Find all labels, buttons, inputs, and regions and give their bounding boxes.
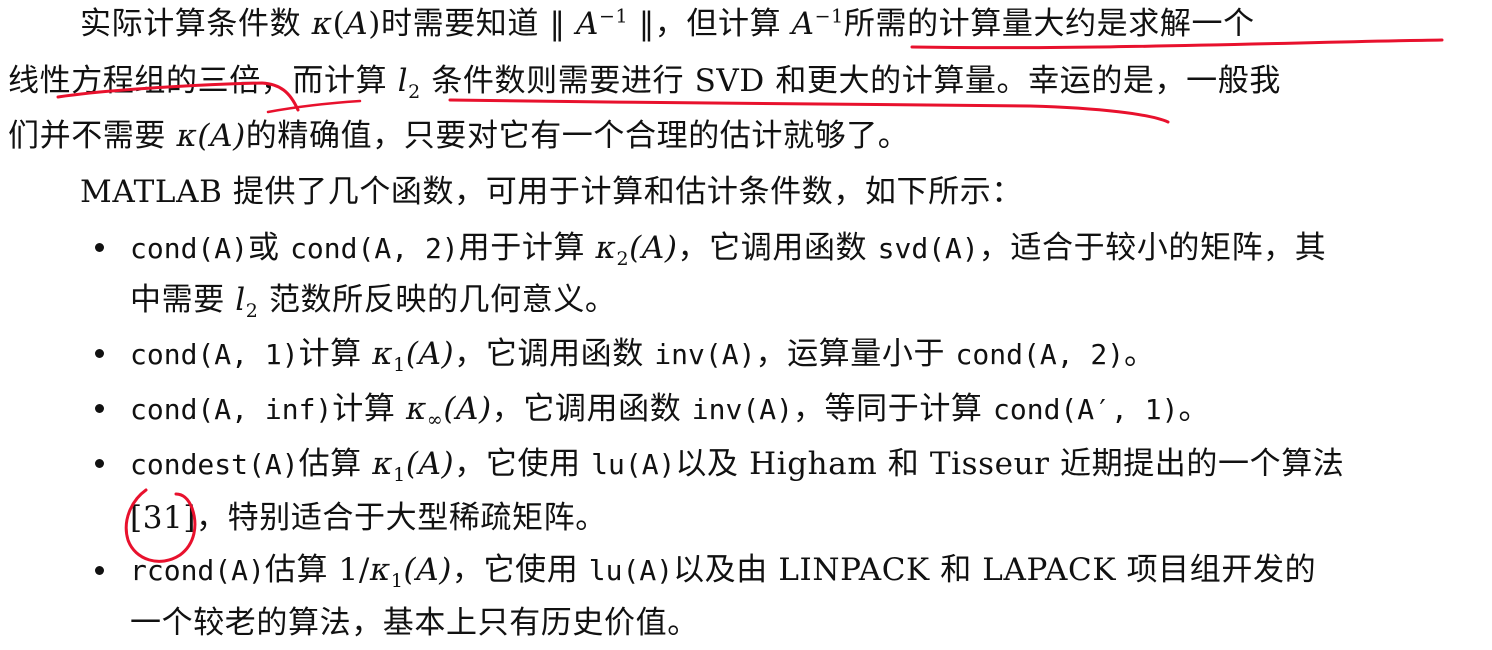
code: cond(A, 2) — [290, 232, 459, 265]
code: cond(A, inf) — [130, 393, 333, 426]
text: 范数所反映的几何意义。 — [258, 282, 617, 318]
text: 时需要知道 ‖ — [381, 6, 577, 42]
subscript: ∞ — [426, 409, 444, 432]
code: condest(A) — [130, 448, 299, 481]
code: inv(A) — [691, 393, 793, 426]
subscript: 1 — [393, 354, 406, 377]
inverse-exponent: −1 — [814, 5, 844, 28]
text: 计算 — [332, 391, 406, 427]
argument: (A) — [197, 118, 246, 154]
l-symbol: l — [397, 63, 409, 99]
text: ，它使用 — [451, 552, 589, 588]
subscript: 2 — [616, 248, 630, 271]
argument: (A) — [443, 391, 492, 427]
text: 一个较老的算法，基本上只有历史价值。 — [130, 605, 699, 641]
code: cond(A) — [130, 232, 249, 265]
matrix-symbol: A — [791, 6, 815, 42]
bullet-2: cond(A, 1)计算 κ1(A)，它调用函数 inv(A)，运算量小于 co… — [130, 334, 1156, 375]
text: 用于计算 — [458, 230, 596, 266]
matrix-symbol: A — [576, 6, 600, 42]
text: 所需的计算量大约是求解一个 — [843, 6, 1255, 42]
text: 以及 Higham 和 Tisseur 近期提出的一个算法 — [675, 446, 1345, 482]
text: ‖，但计算 — [628, 6, 792, 42]
argument: (A) — [405, 446, 455, 482]
para1-line1: 实际计算条件数 κ(A)时需要知道 ‖ A−1 ‖，但计算 A−1所需的计算量大… — [80, 4, 1255, 44]
bullet-3: cond(A, inf)计算 κ∞(A)，它调用函数 inv(A)，等同于计算 … — [130, 389, 1210, 430]
text: 计算 — [298, 336, 373, 372]
kappa-symbol: κ — [595, 230, 617, 266]
text: ，它调用函数 — [491, 391, 692, 427]
kappa-symbol: κ — [372, 446, 394, 482]
bullet-1-line1: cond(A)或 cond(A, 2)用于计算 κ2(A)，它调用函数 svd(… — [130, 228, 1326, 269]
bullet-dot — [95, 566, 104, 575]
kappa-symbol: κ — [311, 6, 333, 42]
code: rcond(A) — [130, 554, 265, 587]
matrix-symbol: A — [345, 6, 369, 42]
kappa-symbol: κ — [369, 552, 391, 588]
code: cond(A, 1) — [130, 338, 299, 371]
kappa-symbol: κ — [405, 391, 427, 427]
code: svd(A) — [877, 232, 979, 265]
text: 中需要 — [130, 282, 236, 318]
text: ，适合于较小的矩阵，其 — [978, 230, 1327, 266]
para1-line2: 线性方程组的三倍，而计算 l2 条件数则需要进行 SVD 和更大的计算量。幸运的… — [8, 61, 1281, 104]
argument: (A) — [403, 552, 452, 588]
subscript: 1 — [393, 464, 406, 487]
text: 的精确值，只要对它有一个合理的估计就够了。 — [245, 118, 910, 154]
text: MATLAB 提供了几个函数，可用于计算和估计条件数，如下所示： — [80, 174, 1023, 210]
argument: (A) — [629, 230, 678, 266]
bullet-5-line1: rcond(A)估算 1/κ1(A)，它使用 lu(A)以及由 LINPACK … — [130, 550, 1316, 591]
subscript: 2 — [408, 81, 421, 104]
underline-stroke — [266, 99, 362, 114]
bullet-4-line1: condest(A)估算 κ1(A)，它使用 lu(A)以及 Higham 和 … — [130, 444, 1344, 485]
text: 以及由 LINPACK 和 LAPACK 项目组开发的 — [673, 552, 1317, 588]
l-symbol: l — [235, 282, 246, 318]
inverse-exponent: −1 — [599, 5, 629, 28]
bullet-dot — [95, 459, 104, 468]
text: 。 — [1178, 391, 1211, 427]
text: 实际计算条件数 — [80, 6, 312, 42]
paren: ) — [368, 6, 381, 42]
kappa-symbol: κ — [372, 336, 394, 372]
text: ，它调用函数 — [677, 230, 878, 266]
text: ，等同于计算 — [792, 391, 993, 427]
paren: ( — [332, 6, 346, 42]
bullet-dot — [95, 404, 104, 413]
argument: (A) — [405, 336, 455, 372]
text: 条件数则需要进行 SVD 和更大的计算量。幸运的是，一般我 — [420, 63, 1281, 99]
text: 们并不需要 — [8, 118, 177, 154]
code: cond(A, 2) — [955, 338, 1125, 371]
text: ，它使用 — [454, 446, 592, 482]
text: 估算 — [298, 446, 373, 482]
code: lu(A) — [588, 554, 674, 587]
para2-intro: MATLAB 提供了几个函数，可用于计算和估计条件数，如下所示： — [80, 172, 1023, 212]
bullet-dot — [95, 243, 104, 252]
text: [31]，特别适合于大型稀疏矩阵。 — [130, 500, 607, 536]
bullet-4-line2: [31]，特别适合于大型稀疏矩阵。 — [130, 498, 607, 538]
para1-line3: 们并不需要 κ(A)的精确值，只要对它有一个合理的估计就够了。 — [8, 116, 909, 156]
code: lu(A) — [591, 448, 676, 481]
bullet-1-line2: 中需要 l2 范数所反映的几何意义。 — [130, 280, 617, 323]
text: 。 — [1124, 336, 1156, 372]
text: ，它调用函数 — [454, 336, 655, 372]
code: inv(A) — [654, 338, 756, 371]
kappa-symbol: κ — [176, 118, 198, 154]
book-page: 实际计算条件数 κ(A)时需要知道 ‖ A−1 ‖，但计算 A−1所需的计算量大… — [0, 0, 1492, 650]
bullet-5-line2: 一个较老的算法，基本上只有历史价值。 — [130, 603, 699, 643]
code: cond(A′, 1) — [993, 393, 1179, 426]
subscript: 1 — [390, 570, 404, 593]
text: 线性方程组的三倍，而计算 — [8, 63, 398, 99]
text: 或 — [248, 230, 291, 266]
text: ，运算量小于 — [755, 336, 956, 372]
subscript: 2 — [245, 300, 259, 323]
text: 估算 1/ — [264, 552, 370, 588]
bullet-dot — [95, 349, 104, 358]
